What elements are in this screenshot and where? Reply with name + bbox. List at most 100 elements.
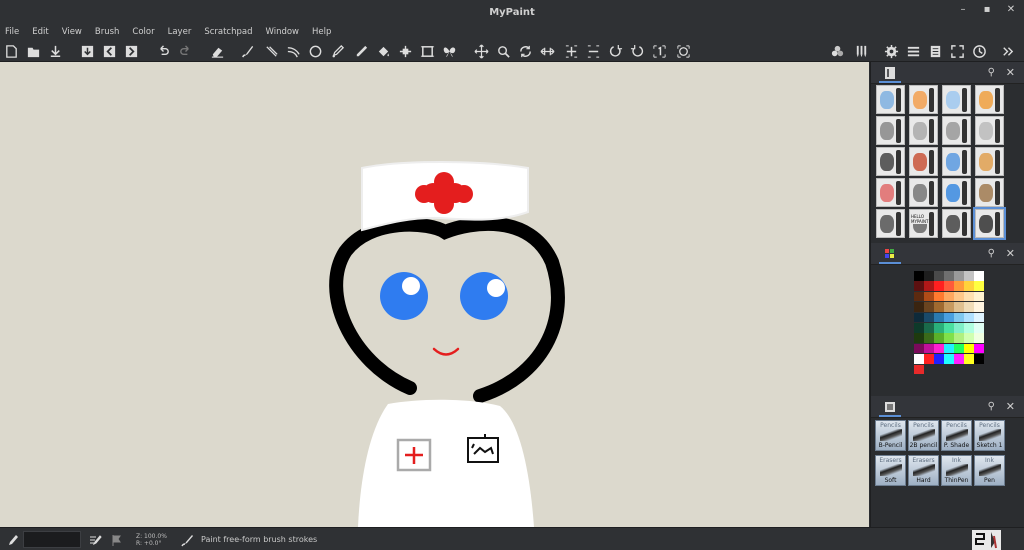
color-swatch[interactable] [914,333,924,343]
color-wheel-icon[interactable] [828,42,846,60]
brush-thumbnail[interactable]: HELLO MYPAINT [909,209,938,238]
menu-view[interactable]: View [62,27,82,37]
brush-thumbnail[interactable] [975,178,1004,207]
color-swatch[interactable] [944,302,954,312]
color-swatch[interactable] [934,281,944,291]
color-swatch[interactable] [954,271,964,281]
open-icon[interactable] [24,42,42,60]
color-swatch[interactable] [974,323,984,333]
brush-preset-button[interactable]: Pencils B-Pencil [875,420,906,451]
zoom-icon[interactable] [494,42,512,60]
color-swatch[interactable] [954,291,964,302]
brush-status-icon[interactable] [5,533,19,547]
menu-brush[interactable]: Brush [95,27,120,37]
color-swatch[interactable] [964,333,974,343]
symmetry-icon[interactable] [440,42,458,60]
menu-layer[interactable]: Layer [168,27,192,37]
color-swatch[interactable] [954,312,964,323]
color-swatch[interactable] [934,354,944,364]
color-swatch[interactable] [914,312,924,323]
color-swatch[interactable] [944,291,954,302]
color-swatch[interactable] [934,323,944,333]
menu-file[interactable]: File [5,27,19,37]
color-swatch[interactable] [944,281,954,291]
color-swatch[interactable] [924,354,934,364]
brush-settings-icon[interactable] [852,42,870,60]
close-window-button[interactable]: ✕ [1004,4,1018,15]
color-swatch[interactable] [934,312,944,323]
brush-thumbnail[interactable] [909,85,938,114]
brush-thumbnail[interactable] [975,116,1004,145]
color-swatch[interactable] [924,343,934,354]
color-swatch[interactable] [954,323,964,333]
color-swatch[interactable] [974,291,984,302]
export-icon[interactable] [78,42,96,60]
redo-icon[interactable] [176,42,194,60]
color-swatch[interactable] [964,354,974,364]
close-panel-button[interactable]: ✕ [1006,400,1015,413]
brush-thumbnail[interactable] [876,147,905,176]
brush-thumbnail[interactable] [876,116,905,145]
color-swatch[interactable] [914,281,924,291]
color-swatch[interactable] [974,312,984,323]
rotate-icon[interactable] [516,42,534,60]
close-panel-button[interactable]: ✕ [1006,66,1015,79]
color-swatch[interactable] [924,302,934,312]
color-swatch[interactable] [914,354,924,364]
brush-thumbnail[interactable] [942,209,971,238]
color-swatch[interactable] [924,291,934,302]
brush-thumbnail[interactable] [973,207,1006,240]
minimize-button[interactable]: – [956,4,970,15]
ink-icon[interactable] [328,42,346,60]
brush-preset-button[interactable]: Erasers Soft [875,455,906,486]
history-icon[interactable] [970,42,988,60]
color-swatch[interactable] [924,333,934,343]
color-swatch[interactable] [924,271,934,281]
color-swatch[interactable] [934,343,944,354]
pin-icon[interactable]: ⚲ [988,67,995,78]
color-swatch[interactable] [934,291,944,302]
color-swatch[interactable] [974,302,984,312]
current-brush-preview[interactable] [972,530,1001,550]
zoom-in-icon[interactable] [562,42,580,60]
layers-icon[interactable] [904,42,922,60]
brush-list-icon[interactable] [883,66,897,80]
color-swatch[interactable] [934,333,944,343]
color-swatch[interactable] [924,312,934,323]
color-swatch[interactable] [924,281,934,291]
palette-icon[interactable] [883,247,897,261]
brush-preset-button[interactable]: Pencils P. Shade [941,420,972,451]
lasso-icon[interactable] [284,42,302,60]
pin-icon[interactable]: ⚲ [988,401,995,412]
color-swatch[interactable] [914,364,924,375]
pan-icon[interactable] [472,42,490,60]
color-swatch[interactable] [964,323,974,333]
menu-window[interactable]: Window [265,27,299,37]
frame-icon[interactable] [418,42,436,60]
color-swatch[interactable] [914,271,924,281]
preset-icon[interactable] [883,400,897,414]
rotate-cw-icon[interactable] [606,42,624,60]
rotate-ccw-icon[interactable] [628,42,646,60]
new-icon[interactable] [2,42,20,60]
color-swatch[interactable] [944,333,954,343]
brush-thumbnail[interactable] [975,85,1004,114]
ellipse-icon[interactable] [306,42,324,60]
current-color-box[interactable] [23,531,81,548]
brush-thumbnail[interactable] [909,178,938,207]
color-swatch[interactable] [974,333,984,343]
brush-preset-button[interactable]: Ink ThinPen [941,455,972,486]
drawing-canvas[interactable] [0,62,869,527]
color-swatch[interactable] [974,281,984,291]
color-swatch[interactable] [954,333,964,343]
menu-scratchpad[interactable]: Scratchpad [204,27,252,37]
brush-thumbnail[interactable] [876,85,905,114]
line-icon[interactable] [262,42,280,60]
color-swatch[interactable] [944,343,954,354]
color-swatch[interactable] [964,302,974,312]
color-swatch[interactable] [964,312,974,323]
color-swatch[interactable] [914,343,924,354]
color-swatch[interactable] [944,271,954,281]
next-icon[interactable] [122,42,140,60]
reset-view-icon[interactable] [650,42,668,60]
